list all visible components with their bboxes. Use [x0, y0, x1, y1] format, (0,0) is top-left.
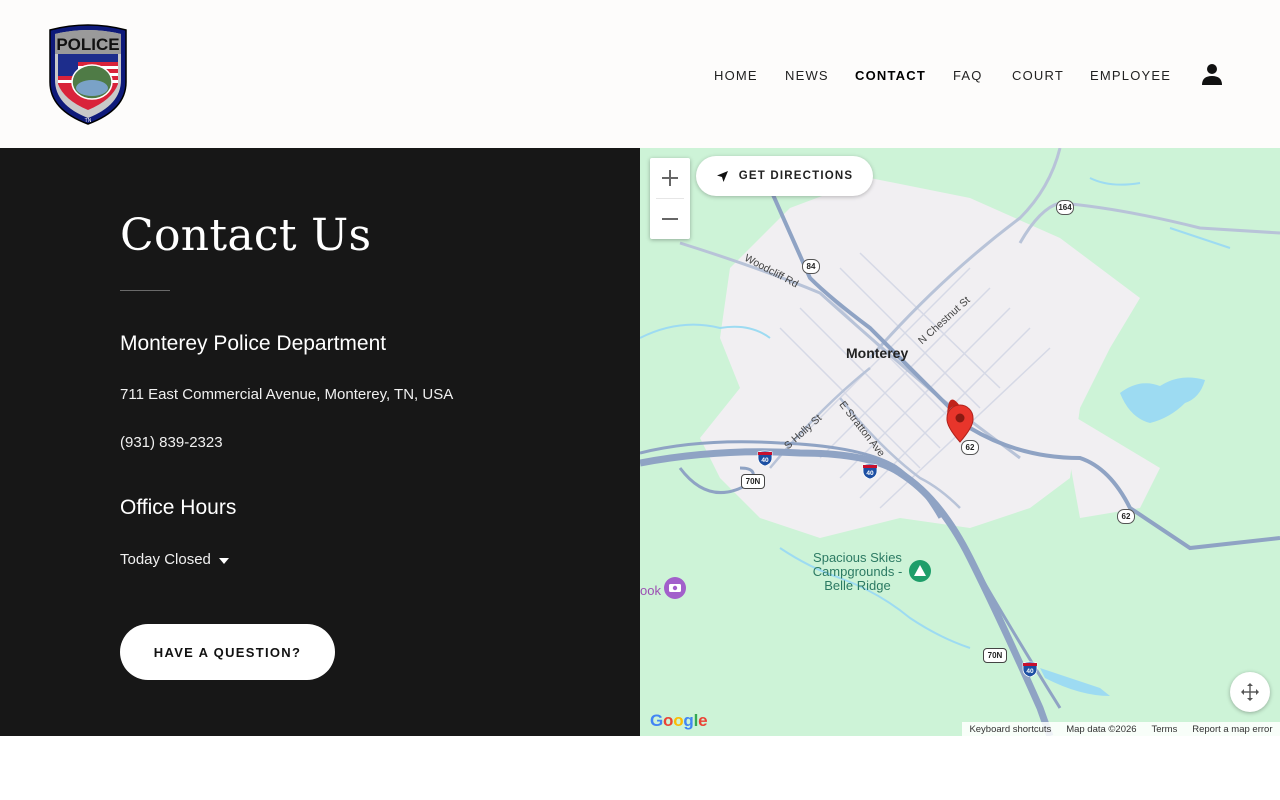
contact-panel: Contact Us Monterey Police Department 71… — [0, 148, 640, 736]
navigation-arrow-icon — [716, 170, 728, 182]
nav-court[interactable]: COURT — [1012, 68, 1064, 83]
keyboard-shortcuts-link[interactable]: Keyboard shortcuts — [969, 724, 1051, 735]
nav-faq[interactable]: FAQ — [953, 68, 983, 83]
zoom-out-button[interactable] — [650, 199, 690, 239]
map-data-label: Map data ©2026 — [1066, 723, 1137, 735]
report-map-error-link[interactable]: Report a map error — [1192, 724, 1272, 735]
minus-icon — [662, 218, 678, 220]
svg-text:40: 40 — [1026, 668, 1034, 675]
nav-home[interactable]: HOME — [714, 68, 758, 83]
site-header: POLICE TN HOME NEWS CONTACT FAQ COURT EM… — [0, 0, 1280, 148]
route-shield: 164 — [1056, 200, 1074, 215]
caret-down-icon — [218, 557, 229, 564]
map-poi-label: ook — [640, 583, 661, 598]
have-a-question-button[interactable]: HAVE A QUESTION? — [120, 624, 335, 680]
map-attribution: Keyboard shortcuts Map data ©2026 Terms … — [962, 722, 1280, 736]
route-shield: 62 — [1117, 509, 1135, 524]
terms-link[interactable]: Terms — [1151, 724, 1177, 735]
get-directions-label: GET DIRECTIONS — [738, 170, 854, 182]
office-hours-toggle[interactable]: Today Closed — [120, 551, 229, 568]
route-shield: 70N — [741, 474, 765, 489]
fullscreen-button[interactable] — [1230, 672, 1270, 712]
route-shield: 62 — [961, 440, 979, 455]
user-icon[interactable] — [1200, 62, 1224, 86]
map-canvas[interactable] — [640, 148, 1280, 736]
title-divider — [120, 290, 170, 291]
svg-text:POLICE: POLICE — [56, 35, 119, 54]
map-panel[interactable]: Monterey Woodcliff Rd N Chestnut St S Ho… — [640, 148, 1280, 736]
department-phone[interactable]: (931) 839-2323 — [120, 434, 223, 451]
nav-employee[interactable]: EMPLOYEE — [1090, 68, 1171, 83]
office-hours-status: Today Closed — [120, 551, 211, 568]
interstate-shield-icon: 40 — [1022, 661, 1038, 677]
plus-icon — [662, 170, 678, 186]
interstate-shield-icon: 40 — [862, 463, 878, 479]
lake-shape — [1120, 377, 1205, 423]
office-hours-title: Office Hours — [120, 496, 237, 519]
nav-news[interactable]: NEWS — [785, 68, 829, 83]
map-poi-label[interactable]: Spacious Skies Campgrounds - Belle Ridge — [810, 551, 905, 593]
get-directions-button[interactable]: GET DIRECTIONS — [696, 156, 873, 196]
google-logo[interactable]: Google — [650, 711, 708, 731]
department-name: Monterey Police Department — [120, 332, 387, 355]
nav-contact[interactable]: CONTACT — [855, 68, 926, 83]
zoom-in-button[interactable] — [650, 158, 690, 198]
interstate-shield-icon: 40 — [757, 450, 773, 466]
fullscreen-icon — [1241, 683, 1259, 701]
main-nav: HOME NEWS CONTACT FAQ COURT EMPLOYEE — [0, 68, 1280, 88]
svg-text:40: 40 — [761, 457, 769, 464]
route-shield: 70N — [983, 648, 1007, 663]
page-title: Contact Us — [120, 210, 372, 261]
route-shield: 84 — [802, 259, 820, 274]
zoom-controls — [650, 158, 690, 239]
svg-text:40: 40 — [866, 470, 874, 477]
svg-text:TN: TN — [85, 118, 92, 124]
department-address: 711 East Commercial Avenue, Monterey, TN… — [120, 386, 454, 403]
map-city-label: Monterey — [846, 345, 909, 361]
